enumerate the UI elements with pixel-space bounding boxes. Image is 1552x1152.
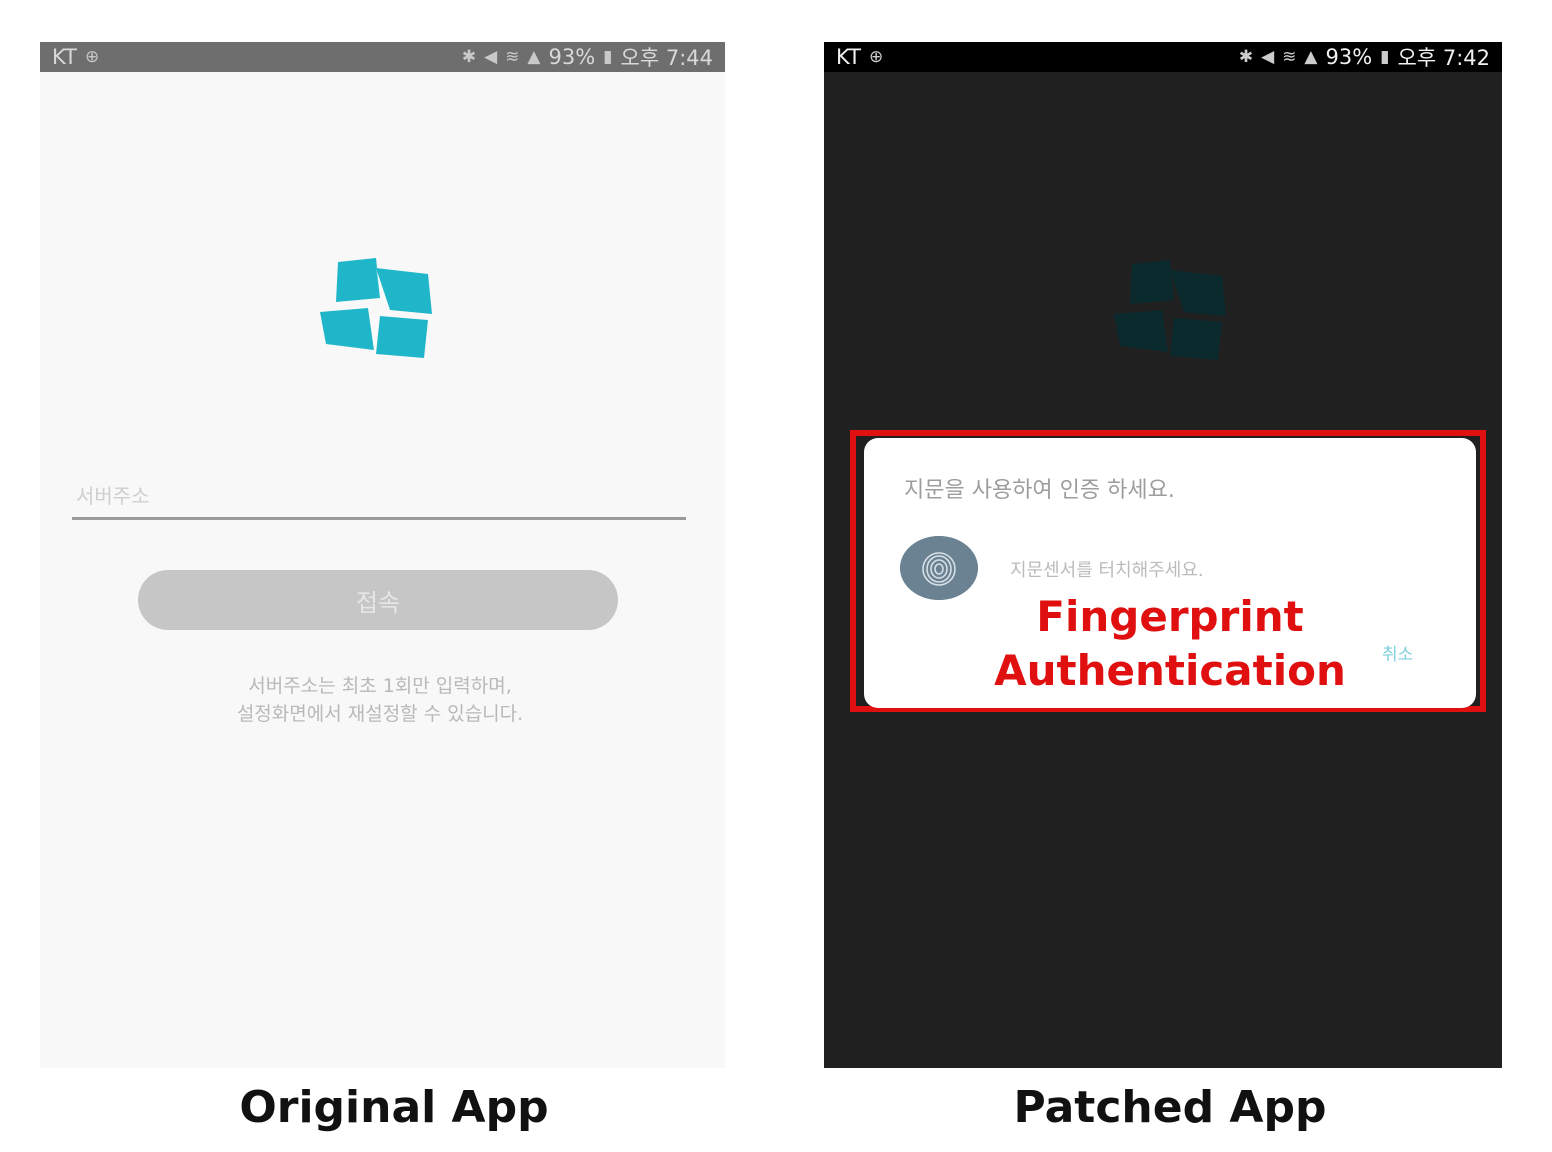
original-app-screen: KT ⊕ ✱ ◀ ≋ ▲ 93% ▮ 오후 7:44 접속 서버주소는 최초 1… — [40, 42, 725, 1068]
signal-icon: ▲ — [1304, 47, 1318, 67]
app-logo-icon — [320, 258, 432, 358]
overlay-label-line: Authentication — [994, 646, 1346, 695]
patched-app-caption: Patched App — [1013, 1082, 1327, 1133]
signal-icon: ▲ — [527, 47, 541, 67]
carrier-label: KT — [836, 45, 861, 69]
dialog-hint: 지문센서를 터치해주세요. — [1010, 560, 1204, 581]
original-app-caption: Original App — [239, 1082, 549, 1133]
clock: 오후 7:44 — [620, 46, 713, 70]
wifi-icon: ≋ — [1282, 47, 1297, 67]
link-icon: ⊕ — [84, 47, 100, 67]
dialog-title: 지문을 사용하여 인증 하세요. — [904, 478, 1175, 503]
battery-icon: ▮ — [603, 47, 613, 67]
app-logo-icon — [1114, 260, 1226, 360]
server-notice: 서버주소는 최초 1회만 입력하며, 설정화면에서 재설정할 수 있습니다. — [100, 672, 660, 728]
notice-line: 설정화면에서 재설정할 수 있습니다. — [236, 703, 524, 725]
fingerprint-authentication-label: Fingerprint Authentication — [960, 590, 1380, 698]
notice-line: 서버주소는 최초 1회만 입력하며, — [248, 675, 512, 697]
link-icon: ⊕ — [868, 47, 884, 67]
mute-icon: ◀ — [1261, 47, 1275, 67]
overlay-label-line: Fingerprint — [1036, 592, 1304, 641]
battery-percent: 93% — [548, 45, 596, 69]
patched-app-screen: KT ⊕ ✱ ◀ ≋ ▲ 93% ▮ 오후 7:42 지문을 사용하여 인증 하… — [824, 42, 1502, 1068]
carrier-label: KT — [52, 45, 77, 69]
bluetooth-icon: ✱ — [1238, 47, 1254, 67]
fingerprint-dialog: 지문을 사용하여 인증 하세요. 지문센서를 터치해주세요. Fingerpri… — [864, 438, 1476, 708]
bluetooth-icon: ✱ — [461, 47, 477, 67]
mute-icon: ◀ — [484, 47, 498, 67]
connect-button[interactable]: 접속 — [138, 570, 618, 630]
battery-percent: 93% — [1325, 45, 1373, 69]
wifi-icon: ≋ — [505, 47, 520, 67]
status-bar: KT ⊕ ✱ ◀ ≋ ▲ 93% ▮ 오후 7:44 — [40, 42, 725, 72]
server-address-input[interactable] — [72, 474, 686, 520]
cancel-button[interactable]: 취소 — [1382, 640, 1413, 665]
battery-icon: ▮ — [1380, 47, 1390, 67]
status-bar: KT ⊕ ✱ ◀ ≋ ▲ 93% ▮ 오후 7:42 — [824, 42, 1502, 72]
clock: 오후 7:42 — [1397, 46, 1490, 70]
